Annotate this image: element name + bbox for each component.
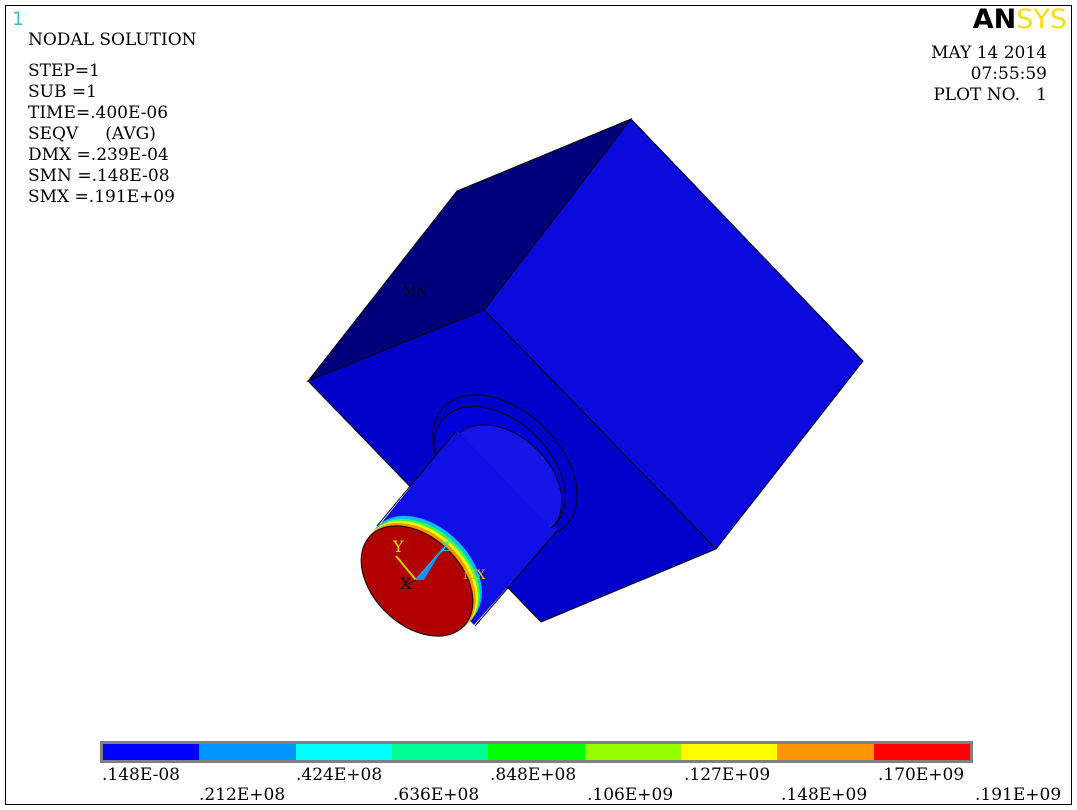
legend-label-bottom: .191E+09 (975, 785, 1062, 805)
legend-swatch (680, 744, 778, 760)
legend-swatch (584, 744, 681, 760)
legend-swatch (391, 744, 489, 760)
legend-label-top: .127E+09 (684, 765, 771, 785)
legend-label-top: .148E-08 (102, 765, 180, 785)
triad-z-label: Z (441, 540, 450, 555)
legend-label-bottom: .212E+08 (199, 785, 286, 805)
min-marker: MN (403, 285, 428, 300)
triad-y-label: Y (392, 537, 404, 556)
legend-swatch (777, 744, 874, 760)
legend-label-bottom: .636E+08 (393, 785, 480, 805)
legend-label-top: .170E+09 (878, 765, 965, 785)
model-view[interactable]: Y Z X MN MX (0, 0, 1077, 810)
legend-label-top: .424E+08 (296, 765, 383, 785)
triad-x-label: X (400, 574, 412, 593)
legend-swatch (873, 744, 970, 760)
legend-label-bottom: .148E+09 (781, 785, 868, 805)
legend-swatch (103, 744, 200, 760)
ansys-graphics-window: 1 NODAL SOLUTION STEP=1 SUB =1 TIME=.400… (0, 0, 1077, 810)
legend-swatch (199, 744, 296, 760)
contour-legend-bar (100, 741, 973, 763)
legend-swatch (295, 744, 392, 760)
legend-swatch (488, 744, 585, 760)
legend-label-top: .848E+08 (490, 765, 577, 785)
max-marker: MX (463, 568, 486, 583)
legend-label-bottom: .106E+09 (587, 785, 674, 805)
